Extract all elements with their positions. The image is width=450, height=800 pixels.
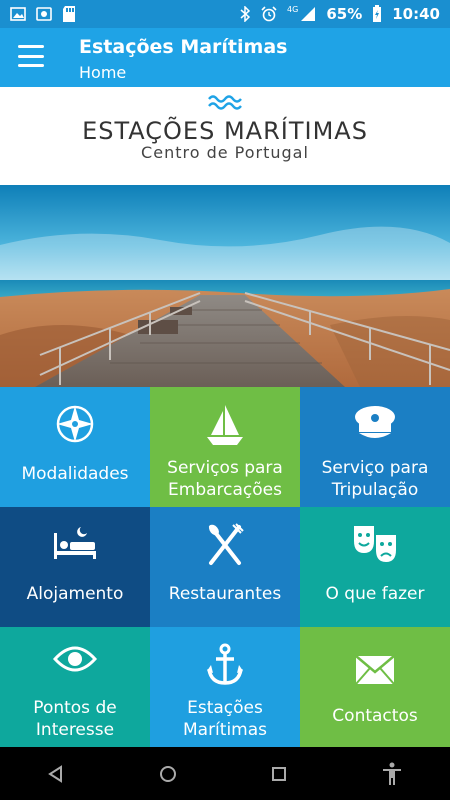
logo-title: ESTAÇÕES MARÍTIMAS [82, 117, 368, 145]
tile-servicos-embarcacoes[interactable]: Serviços para Embarcações [150, 387, 300, 507]
eye-icon [0, 643, 150, 687]
waves-logo-icon [208, 95, 242, 110]
tile-label: Pontos de Interesse [33, 698, 117, 740]
logo-subtitle: Centro de Portugal [141, 143, 309, 162]
recents-icon[interactable] [271, 766, 287, 782]
anchor-icon [150, 643, 300, 687]
battery-percent: 65% [326, 5, 363, 23]
tile-label: Serviços para Embarcações [167, 458, 283, 500]
tile-pontos-interesse[interactable]: Pontos de Interesse [0, 627, 150, 747]
status-bar-system: 4G 65% 10:40 [239, 5, 440, 23]
clock: 10:40 [392, 5, 440, 23]
tile-label: Serviço para Tripulação [321, 458, 429, 500]
tile-label: Alojamento [26, 584, 124, 604]
app-subtitle: Home [79, 63, 127, 82]
sailboat-icon [150, 403, 300, 447]
tile-o-que-fazer[interactable]: O que fazer [300, 507, 450, 627]
back-icon[interactable] [47, 764, 65, 783]
tile-label: Modalidades [21, 464, 129, 484]
image-notification-icon [10, 7, 26, 21]
network-type: 4G [287, 4, 299, 14]
alarm-icon [261, 6, 277, 22]
tile-alojamento[interactable]: Alojamento [0, 507, 150, 627]
theater-masks-icon [300, 523, 450, 567]
accessibility-icon[interactable] [381, 762, 403, 786]
bed-icon [0, 523, 150, 567]
tile-servico-tripulacao[interactable]: Serviço para Tripulação [300, 387, 450, 507]
tile-label: O que fazer [325, 584, 425, 604]
app-bar-titles: Estações Marítimas Home [79, 36, 287, 84]
tile-label: Estações Marítimas [182, 698, 268, 740]
app-bar: Estações Marítimas Home [0, 28, 450, 87]
tile-contactos[interactable]: Contactos [300, 627, 450, 747]
fork-knife-icon [150, 523, 300, 567]
status-bar: 4G 65% 10:40 [0, 0, 450, 28]
tile-restaurantes[interactable]: Restaurantes [150, 507, 300, 627]
signal-icon [301, 7, 316, 21]
menu-grid: Modalidades Serviços para Embarcações Se… [0, 387, 450, 747]
hero-image [0, 185, 450, 387]
tile-modalidades[interactable]: Modalidades [0, 387, 150, 507]
battery-charging-icon [373, 5, 382, 22]
tile-estacoes-maritimas[interactable]: Estações Marítimas [150, 627, 300, 747]
tile-label: Contactos [332, 706, 418, 726]
status-bar-notifications [10, 5, 76, 23]
system-navigation-bar [0, 747, 450, 800]
tile-label: Restaurantes [168, 584, 282, 604]
captain-hat-icon [300, 403, 450, 447]
camera-notification-icon [36, 7, 52, 21]
home-icon[interactable] [159, 765, 177, 783]
envelope-icon [300, 655, 450, 699]
compass-icon [0, 403, 150, 447]
app-title: Estações Marítimas [79, 36, 288, 58]
bluetooth-icon [240, 6, 251, 22]
sd-card-notification-icon [63, 6, 75, 22]
hamburger-menu-icon[interactable] [18, 45, 44, 67]
brand-logo: ESTAÇÕES MARÍTIMAS Centro de Portugal [0, 87, 450, 185]
